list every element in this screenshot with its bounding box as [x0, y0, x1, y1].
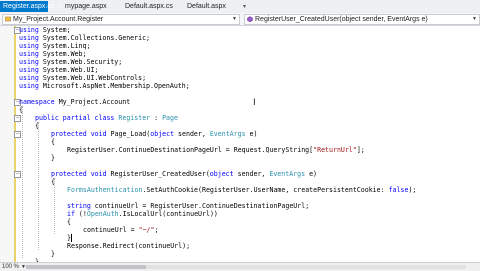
code-line: using System.Collections.Generic;	[19, 34, 151, 42]
code-line: protected void RegisterUser_CreatedUser(…	[51, 170, 318, 178]
code-line: using System;	[19, 26, 71, 34]
horizontal-scrollbar[interactable]	[26, 265, 466, 269]
code-line: {	[67, 218, 71, 226]
scrollbar-thumb[interactable]	[26, 265, 146, 269]
code-line: public partial class Register : Page	[35, 114, 178, 122]
member-dropdown-label: RegisterUser_CreatedUser(object sender, …	[255, 16, 428, 23]
class-dropdown-label: My_Project.Account.Register	[13, 16, 104, 23]
code-line: using System.Web.UI;	[19, 66, 99, 74]
collapse-icon[interactable]: −	[14, 115, 21, 122]
code-line: {	[51, 138, 55, 146]
code-line: namespace My_Project.Account	[19, 98, 131, 106]
code-line: FormsAuthentication.SetAuthCookie(Regist…	[67, 186, 417, 194]
class-icon	[5, 16, 11, 22]
tab-default-aspx-cs[interactable]: Default.aspx.cs	[122, 1, 176, 12]
member-dropdown[interactable]: RegisterUser_CreatedUser(object sender, …	[244, 14, 480, 25]
code-line: using System.Web.Security;	[19, 58, 123, 66]
pin-icon[interactable]: ⊣	[56, 4, 61, 10]
change-tracking-bar	[14, 26, 16, 262]
code-line: using Microsoft.AspNet.Membership.OpenAu…	[19, 82, 190, 90]
code-line: Response.Redirect(continueUrl);	[67, 242, 191, 250]
tab-label: mypage.aspx	[65, 3, 107, 10]
class-dropdown[interactable]: My_Project.Account.Register ▼	[2, 14, 240, 25]
tab-default-aspx[interactable]: Default.aspx	[184, 1, 229, 12]
code-line: continueUrl = "~/";	[83, 226, 159, 234]
tab-register-aspx-cs[interactable]: Register.aspx.cs ⊣ ✕	[0, 1, 70, 12]
code-line: RegisterUser.ContinueDestinationPageUrl …	[67, 146, 365, 154]
tab-label: Default.aspx	[187, 3, 226, 10]
code-line: protected void Page_Load(object sender, …	[51, 130, 258, 138]
code-line: using System.Web.UI.WebControls;	[19, 74, 147, 82]
code-line: }	[51, 154, 55, 162]
code-line: using System.Web;	[19, 50, 87, 58]
code-line: {	[35, 122, 39, 130]
collapse-icon[interactable]: −	[14, 131, 21, 138]
tab-mypage-aspx[interactable]: mypage.aspx	[62, 1, 110, 12]
method-icon	[247, 16, 253, 22]
code-line: }	[51, 250, 55, 258]
tab-label: Register.aspx.cs	[3, 3, 55, 10]
tab-overflow-chevron-down-icon[interactable]: ▾	[243, 1, 251, 12]
editor-margin	[0, 26, 14, 262]
code-line: string continueUrl = RegisterUser.Contin…	[67, 202, 310, 210]
code-line: {	[19, 106, 23, 114]
indent-guide	[22, 106, 23, 258]
chevron-down-icon: ▼	[232, 16, 237, 22]
code-editor[interactable]: − − − − − using System; using System.Col…	[0, 26, 480, 266]
collapse-icon[interactable]: −	[14, 171, 21, 178]
code-line: using System.Linq;	[19, 42, 91, 50]
i-beam-cursor-icon: Ⅰ	[253, 98, 256, 108]
text-caret	[71, 234, 72, 242]
document-tab-strip: Register.aspx.cs ⊣ ✕ mypage.aspx Default.a…	[0, 0, 480, 14]
chevron-down-icon: ▼	[472, 16, 477, 22]
indent-guide	[38, 122, 39, 250]
code-line: {	[51, 178, 55, 186]
tab-label: Default.aspx.cs	[125, 3, 173, 10]
code-line: if (!OpenAuth.IsLocalUrl(continueUrl))	[67, 210, 218, 218]
navigation-bar: My_Project.Account.Register ▼ RegisterUs…	[0, 13, 480, 26]
indent-guide	[54, 178, 55, 234]
